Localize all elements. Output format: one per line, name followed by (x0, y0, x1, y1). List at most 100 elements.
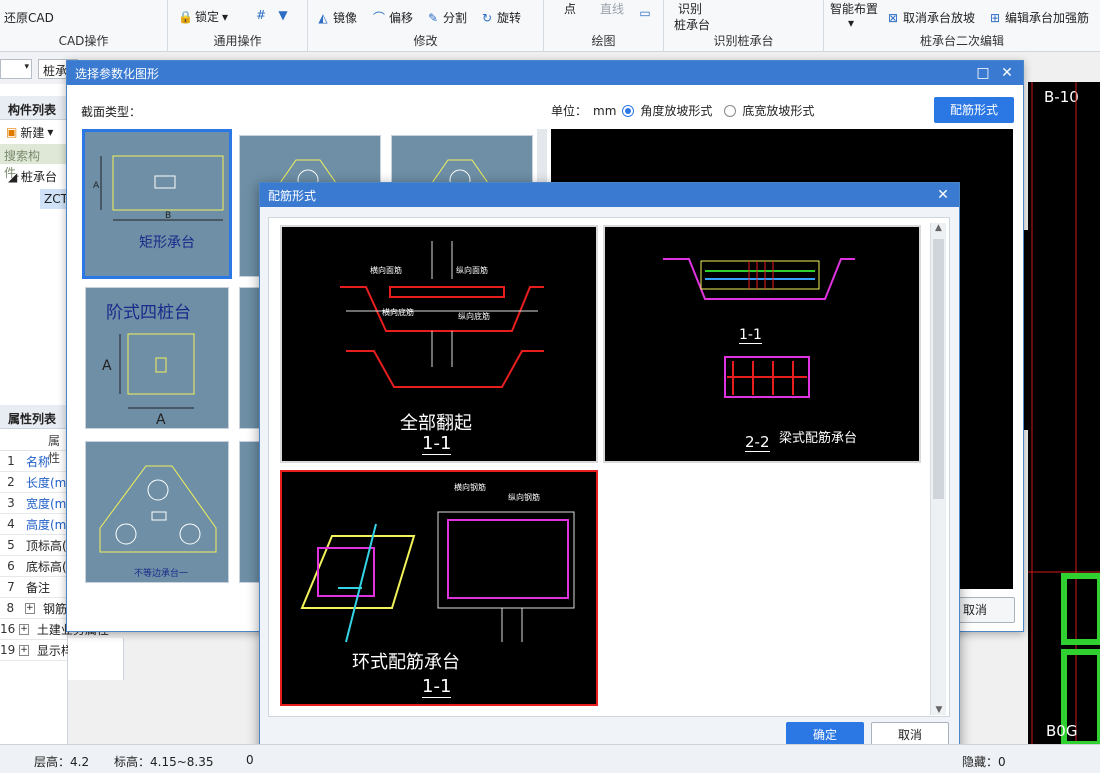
filter-button[interactable]: ▼ (276, 8, 290, 22)
rebar-card-full-bent[interactable]: 横向面筋 纵向面筋 横向底筋 纵向底筋 全部翻起 1-1 (280, 225, 598, 463)
property-row[interactable]: 5 顶标高( (0, 535, 67, 556)
identify-button[interactable]: 识别 (678, 0, 702, 17)
property-name: 宽度(m (26, 496, 67, 511)
cad-beam (1061, 573, 1100, 645)
expand-icon[interactable]: + (19, 644, 29, 656)
edit-rebar-button[interactable]: ⊞ 编辑承台加强筋 (988, 9, 1089, 26)
dim-label-a: A (93, 181, 100, 191)
close-icon[interactable]: ✕ (933, 185, 953, 205)
pile-mark (151, 511, 167, 521)
new-icon: ▣ (6, 125, 18, 139)
radio-width[interactable] (724, 104, 737, 117)
point-button[interactable]: 点 (564, 0, 576, 17)
ribbon-group-draw: 点 直线 ▭ 绘图 (544, 0, 664, 52)
maximize-icon[interactable]: □ (973, 63, 993, 83)
pile-mark (154, 175, 176, 189)
chevron-down-icon: ▾ (24, 62, 29, 72)
slope-icon: ⊠ (887, 10, 899, 25)
property-index: 2 (7, 475, 15, 489)
property-row[interactable]: 4 高度(m (0, 514, 67, 535)
new-component-button[interactable]: ▣ 新建 ▾ (0, 120, 67, 144)
rebar-form-button[interactable]: 配筋形式 (934, 97, 1014, 123)
radio-angle[interactable] (622, 104, 635, 117)
thumb-caption: 不等边承台一 (134, 569, 189, 579)
thumb-stepped-cap[interactable]: 阶式四桩台 A A (85, 287, 229, 429)
smart-layout-chevron-icon: ▾ (848, 16, 855, 30)
rebar-card-beam[interactable]: 1-1 2-2 梁式配筋承台 (603, 225, 921, 463)
scroll-down-icon[interactable]: ▼ (931, 705, 947, 715)
param-dialog-titlebar: 选择参数化图形 □ ✕ (67, 61, 1023, 85)
axis-label-bottom: B0G (1046, 722, 1078, 740)
property-index: 8 (6, 601, 15, 615)
cap-outline (127, 333, 195, 395)
scroll-thumb[interactable] (933, 239, 944, 499)
elevation: 标高：4.15~8.35 (114, 755, 214, 769)
card-caption: 全部翻起 (400, 413, 472, 434)
property-row[interactable]: 8 + 钢筋 (0, 598, 67, 619)
unit-row: 单位： mm 角度放坡形式 底宽放坡形式 (551, 102, 814, 119)
rect-button[interactable]: ▭ (638, 6, 652, 20)
property-index: 19 (0, 643, 16, 657)
property-column-header: 属性 (0, 429, 67, 465)
property-row[interactable]: 19 + 显示样式 (0, 640, 85, 661)
tree-item-zct[interactable]: ZCT (40, 189, 68, 209)
smart-layout-button[interactable]: 智能布置 (830, 0, 878, 17)
ribbon-group-modify: ◭ 镜像 ⌒ 偏移 ✎ 分割 ↻ 旋转 修改 (308, 0, 544, 52)
thumb-irregular-cap[interactable]: 不等边承台一 (85, 441, 229, 583)
param-dialog-title: 选择参数化图形 (75, 67, 160, 81)
ring-axis (345, 523, 377, 643)
card-caption: 梁式配筋承台 (779, 431, 858, 446)
rebar-scrollbar[interactable]: ▲ ▼ (930, 223, 946, 715)
floor-select[interactable]: ▾ (0, 59, 32, 79)
line-button[interactable]: 直线 (600, 0, 624, 17)
ribbon-group-common: 🔒 锁定 ▾ # ▼ 通用操作 (168, 0, 308, 52)
property-row[interactable]: 2 长度(m (0, 472, 67, 493)
restore-cad-button[interactable]: 还原CAD (4, 9, 54, 26)
status-hidden: 隐藏：0 (962, 755, 1006, 769)
tree-root[interactable]: ◢ 桩承台 (0, 164, 67, 189)
expand-icon[interactable]: + (19, 623, 29, 635)
pile-circle (115, 523, 137, 545)
property-index: 16 (0, 622, 16, 636)
group-title: 绘图 (591, 34, 616, 48)
cap-outline (112, 155, 224, 211)
bent-rebar (346, 350, 544, 388)
group-title: CAD操作 (58, 34, 109, 48)
thumb-rect-cap[interactable]: A B 矩形承台 (82, 129, 232, 279)
thumb-stepped-svg: A A (102, 333, 195, 428)
mirror-button[interactable]: ◭ 镜像 (316, 9, 357, 26)
property-index: 7 (7, 580, 15, 594)
expand-icon[interactable]: + (24, 602, 35, 614)
rebar-dialog: 配筋形式 ✕ ▲ ▼ 横向面筋 纵向面筋 横向底筋 纵向底筋 全部翻起 1-1 (259, 182, 960, 761)
property-row[interactable]: 3 宽度(m (0, 493, 67, 514)
lock-button[interactable]: 🔒 锁定 ▾ (178, 8, 228, 25)
cancel-slope-button[interactable]: ⊠ 取消承台放坡 (886, 9, 975, 26)
component-list-header: 构件列表 (0, 96, 67, 120)
hash-button[interactable]: # (254, 8, 268, 22)
property-index: 6 (7, 559, 15, 573)
property-row[interactable]: 6 底标高( (0, 556, 67, 577)
label-long-rebar: 纵向钢筋 (508, 492, 540, 502)
rebar-card-ring[interactable]: 横向钢筋 纵向钢筋 环式配筋承台 1-1 (280, 470, 598, 706)
card-caption: 环式配筋承台 (352, 652, 460, 673)
lock-icon: 🔒 (178, 9, 193, 24)
chevron-down-icon: ▾ (47, 125, 54, 139)
chevron-down-icon: ▾ (222, 9, 229, 24)
pile-mark (155, 357, 167, 373)
thumb-irregular-svg (99, 465, 217, 553)
section-outline (437, 511, 575, 609)
offset-button[interactable]: ⌒ 偏移 (372, 9, 413, 26)
beam-box (700, 260, 820, 290)
property-row[interactable]: 16+土建业务属性 (0, 619, 109, 640)
property-index: 5 (7, 538, 15, 552)
scroll-up-icon[interactable]: ▲ (931, 223, 946, 233)
property-name: 顶标高( (26, 538, 67, 553)
property-row[interactable]: 7 备注 (0, 577, 67, 598)
label-top-rebar: 横向面筋 (370, 265, 402, 275)
floor-height: 层高：4.2 (34, 755, 90, 769)
search-input[interactable]: 搜索构件... (0, 144, 67, 180)
close-icon[interactable]: ✕ (997, 63, 1017, 83)
rotate-button[interactable]: ↻ 旋转 (480, 9, 521, 26)
split-button[interactable]: ✎ 分割 (426, 9, 467, 26)
cad-canvas[interactable]: B-10 B0G (1028, 82, 1100, 744)
